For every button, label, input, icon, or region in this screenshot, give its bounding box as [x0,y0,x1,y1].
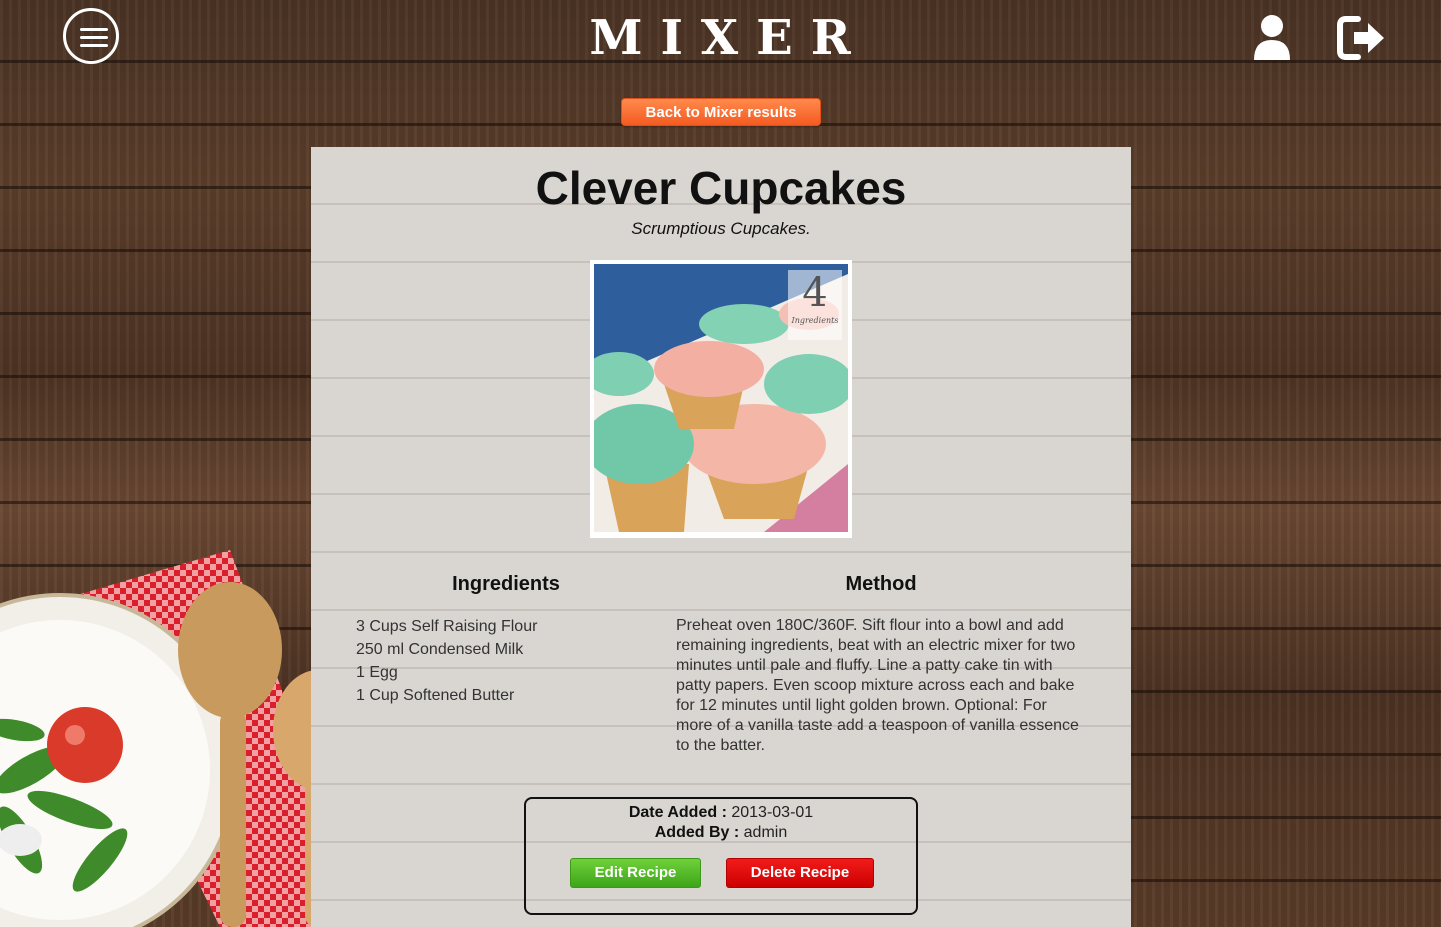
edit-recipe-button[interactable]: Edit Recipe [570,858,701,888]
menu-line [80,44,108,47]
added-by-value: admin [743,824,788,841]
date-added-row: Date Added : 2013-03-01 [526,803,916,823]
recipe-subtitle: Scrumptious Cupcakes. [631,219,811,238]
date-added-value: 2013-03-01 [731,804,814,821]
ingredient-item: 1 Egg [356,664,398,681]
user-icon[interactable] [1252,14,1292,62]
top-navigation-bar: MIXER [0,0,1441,80]
ingredient-item: 3 Cups Self Raising Flour [356,618,538,635]
logout-icon[interactable] [1336,15,1386,61]
ingredient-item: 250 ml Condensed Milk [356,641,524,658]
recipe-title: Clever Cupcakes [535,162,907,214]
ingredient-item: 1 Cup Softened Butter [356,687,515,704]
app-logo[interactable]: MIXER [520,10,920,66]
recipe-photo-frame: 4 Ingredients [590,260,852,538]
recipe-card: Clever Cupcakes Scrumptious Cupcakes. 4 [311,147,1131,927]
ingredients-list: 3 Cups Self Raising Flour 250 ml Condens… [356,615,636,707]
method-text: Preheat oven 180C/360F. Sift flour into … [676,617,1079,754]
added-by-label: Added By : [654,824,740,841]
ingredients-heading: Ingredients [452,573,560,595]
recipe-info-box: Date Added : 2013-03-01 Added By : admin… [524,797,918,915]
menu-line [80,36,108,39]
method-heading: Method [845,573,917,595]
badge-number: 4 [802,270,828,316]
recipe-photo: 4 Ingredients [594,264,848,532]
hamburger-menu-icon[interactable] [63,8,119,64]
back-to-results-button[interactable]: Back to Mixer results [621,98,821,126]
date-added-label: Date Added : [628,804,727,821]
delete-recipe-button[interactable]: Delete Recipe [726,858,874,888]
added-by-row: Added By : admin [526,823,916,843]
badge-label: Ingredients [791,316,839,325]
menu-line [80,28,108,31]
ingredient-count-badge: 4 Ingredients [788,270,842,340]
